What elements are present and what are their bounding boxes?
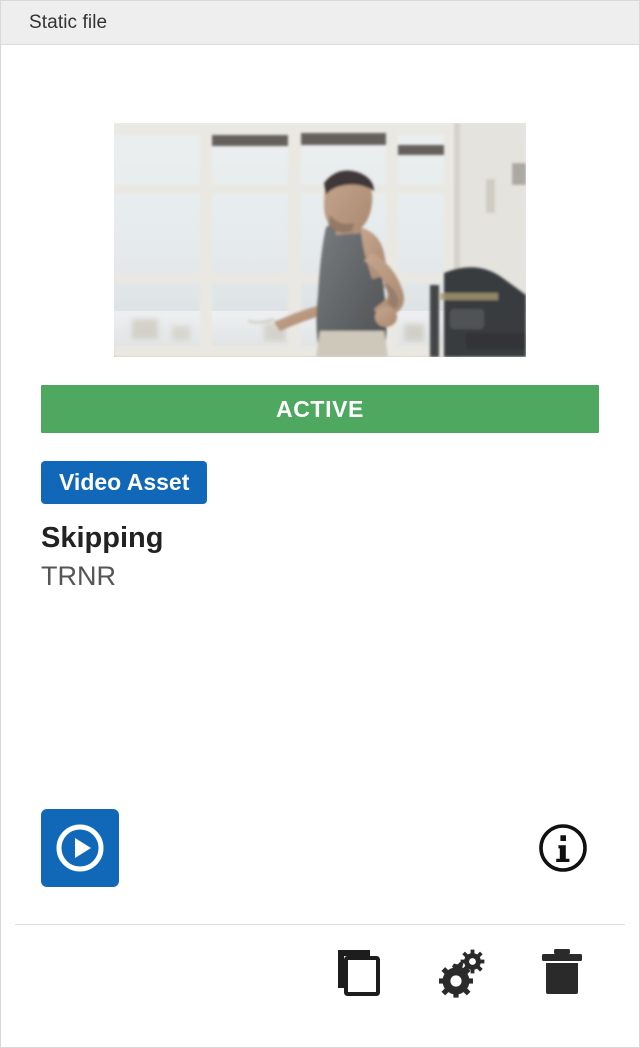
page-title: Static file <box>29 11 108 33</box>
info-button[interactable] <box>535 820 591 876</box>
asset-type-row: Video Asset <box>41 461 639 504</box>
duplicate-button[interactable] <box>329 943 387 1001</box>
card-header: Static file <box>1 1 639 45</box>
status-badge: ACTIVE <box>41 385 599 433</box>
trash-icon <box>542 949 582 994</box>
delete-button[interactable] <box>533 943 591 1001</box>
asset-title: Skipping <box>41 522 164 554</box>
card-body: ACTIVE Video Asset Skipping TRNR <box>1 45 639 923</box>
asset-titles: Skipping TRNR <box>41 520 639 594</box>
card-footer <box>1 924 639 1047</box>
status-badge-label: ACTIVE <box>276 395 364 422</box>
footer-action-bar <box>1 925 639 1001</box>
asset-thumbnail <box>114 123 526 357</box>
play-circle-icon <box>56 824 104 872</box>
settings-gears-icon <box>439 949 485 998</box>
asset-subtitle: TRNR <box>41 561 116 592</box>
settings-button[interactable] <box>431 943 489 1001</box>
copy-icon <box>338 950 380 996</box>
asset-action-row <box>41 809 599 887</box>
static-file-card: Static file ACTIVE Video Asset Skipping … <box>0 0 640 1048</box>
play-button[interactable] <box>41 809 119 887</box>
asset-type-badge: Video Asset <box>41 461 208 504</box>
asset-thumbnail-wrapper <box>1 45 639 357</box>
gym-scene-illustration <box>114 123 526 357</box>
info-circle-icon <box>539 824 587 872</box>
